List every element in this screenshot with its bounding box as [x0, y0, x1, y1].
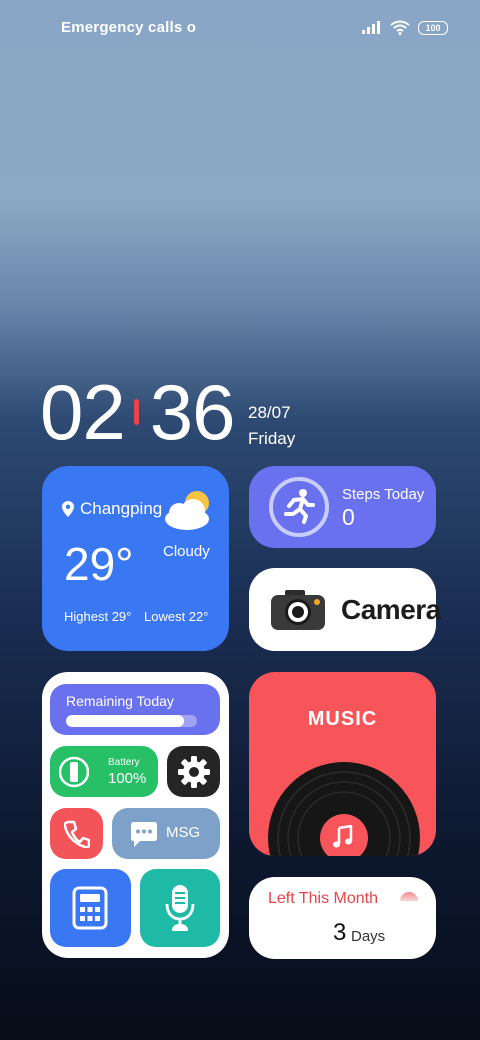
steps-label: Steps Today: [342, 486, 425, 503]
weather-temperature: 29°: [64, 538, 134, 590]
status-icons: 100: [362, 20, 448, 35]
steps-value: 0: [342, 504, 355, 530]
month-label: Left This Month: [268, 890, 378, 907]
steps-widget[interactable]: Steps Today 0: [249, 466, 436, 548]
clock-separator: [133, 399, 139, 425]
half-circle-icon: [400, 892, 418, 901]
date-block: 28/07 Friday: [248, 400, 295, 452]
clock-minutes: 36: [149, 368, 236, 456]
message-tile-label: MSG: [166, 824, 201, 841]
battery-icon: [59, 756, 89, 788]
weather-condition: Cloudy: [163, 543, 210, 560]
cloud-sun-icon: [165, 491, 209, 530]
phone-icon: [64, 820, 90, 848]
microphone-icon: [165, 885, 195, 931]
clock: 02 36: [40, 368, 236, 456]
calculator-icon: [72, 886, 108, 930]
remaining-progress-track: [66, 715, 197, 727]
camera-widget[interactable]: Camera: [249, 568, 441, 651]
remaining-today-label: Remaining Today: [66, 693, 174, 709]
voice-recorder-tile[interactable]: [140, 869, 220, 947]
status-carrier-text: Emergency calls o: [61, 19, 197, 36]
camera-icon: [271, 590, 325, 630]
running-person-icon: [269, 477, 329, 537]
settings-tile[interactable]: [167, 746, 220, 797]
weather-location-label: Changping: [80, 499, 163, 518]
weather-lowest: Lowest 22°: [144, 609, 209, 624]
date-text: 28/07: [248, 403, 291, 422]
signal-icon: [362, 21, 380, 34]
settings-gear-icon: [178, 756, 210, 788]
wifi-icon: [390, 20, 410, 35]
music-note-icon: [333, 825, 353, 848]
battery-tile[interactable]: Battery 100%: [50, 746, 158, 797]
battery-tile-label: Battery: [108, 757, 140, 768]
weather-location: Changping: [62, 499, 162, 519]
weather-widget[interactable]: Changping 29° Cloudy Highest 29° Lowest …: [42, 466, 229, 651]
remaining-today-card[interactable]: Remaining Today: [50, 684, 220, 735]
message-icon: [131, 822, 157, 847]
weather-highest: Highest 29°: [64, 609, 132, 624]
clock-hours: 02: [40, 368, 126, 456]
month-countdown-widget[interactable]: Left This Month 3 Days: [249, 877, 436, 959]
camera-label: Camera: [341, 594, 441, 625]
month-days-value: 3: [333, 919, 347, 946]
phone-tile[interactable]: [50, 808, 103, 859]
battery-indicator: 100: [418, 20, 448, 35]
month-days-unit: Days: [351, 928, 386, 945]
battery-tile-value: 100%: [108, 770, 147, 787]
weekday-text: Friday: [248, 429, 296, 448]
music-label: MUSIC: [307, 708, 378, 730]
message-tile[interactable]: MSG: [112, 808, 220, 859]
control-panel-widget: Remaining Today Battery 100% MSG: [42, 672, 229, 958]
location-pin-icon: [62, 501, 74, 517]
music-widget[interactable]: MUSIC: [249, 672, 436, 856]
calculator-tile[interactable]: [50, 869, 131, 947]
remaining-progress-fill: [66, 715, 184, 727]
